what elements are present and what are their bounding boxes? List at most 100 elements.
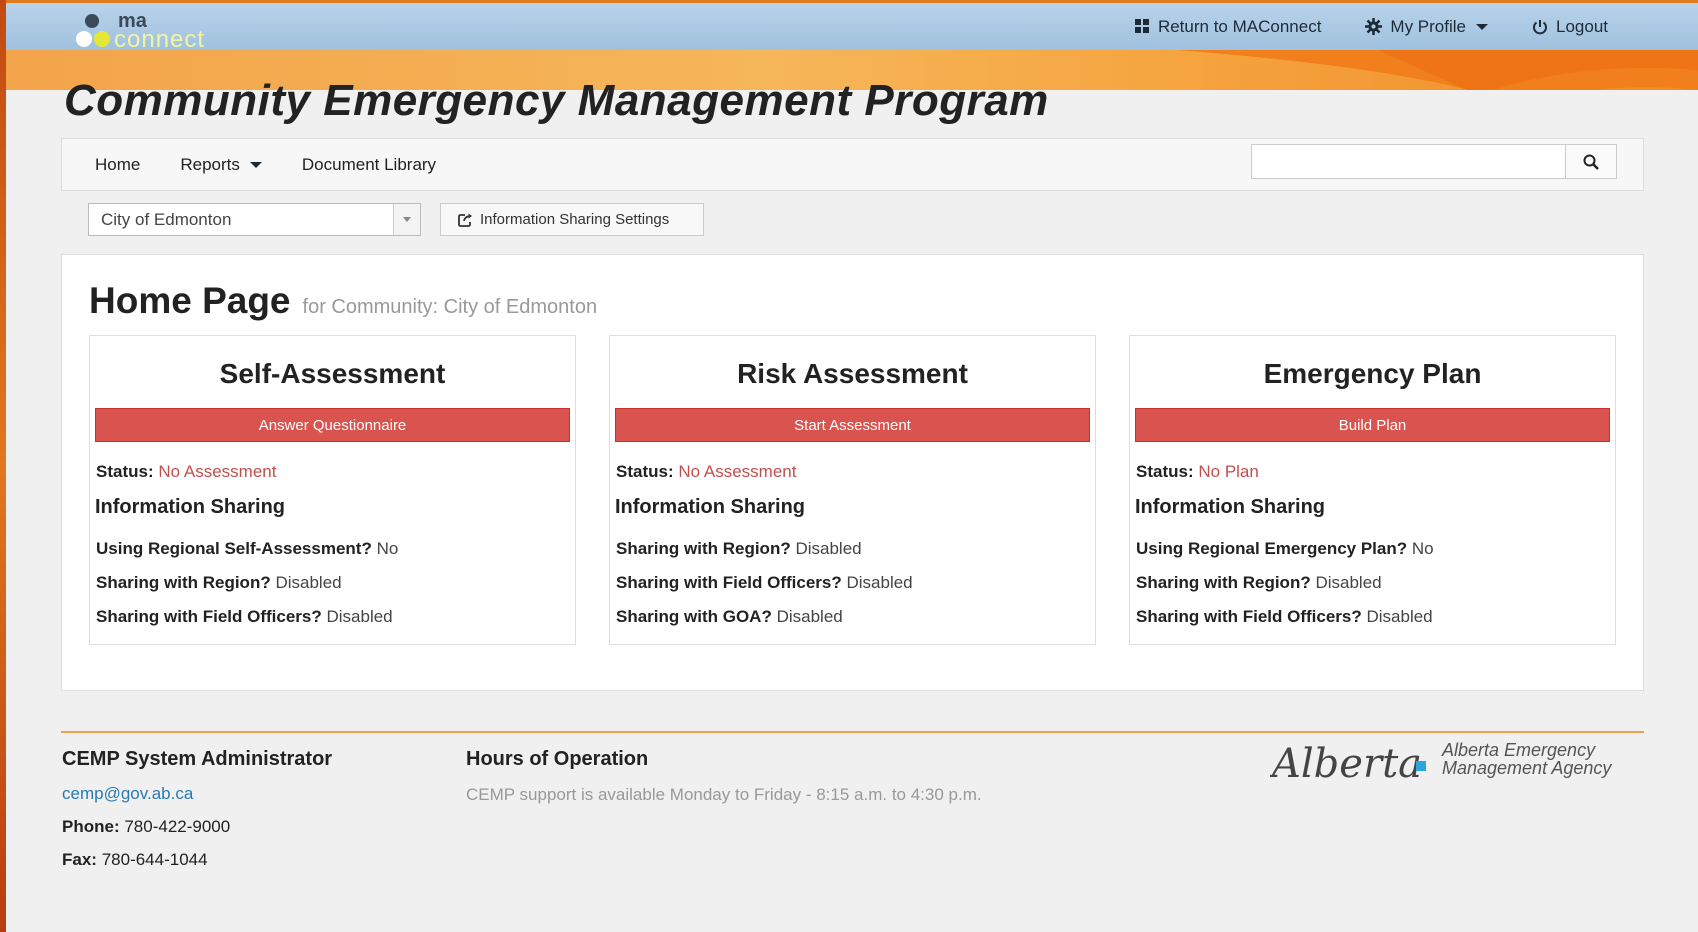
card-status: Status: No Assessment: [96, 462, 276, 482]
status-label: Status:: [96, 462, 154, 481]
row-label: Sharing with Field Officers?: [1136, 607, 1362, 626]
search-button[interactable]: [1565, 144, 1617, 179]
nav-home[interactable]: Home: [95, 155, 140, 175]
fax-value: 780-644-1044: [101, 850, 208, 869]
page-heading: Home Page for Community: City of Edmonto…: [89, 280, 597, 322]
chevron-down-icon: [393, 204, 420, 235]
footer-hours-heading: Hours of Operation: [466, 748, 649, 770]
list-item: Sharing with Region? Disabled: [96, 572, 398, 606]
chevron-down-icon: [249, 161, 262, 168]
list-item: Sharing with GOA? Disabled: [616, 606, 913, 640]
home-panel: Home Page for Community: City of Edmonto…: [61, 254, 1644, 691]
start-assessment-button[interactable]: Start Assessment: [615, 408, 1090, 442]
logo-text-bottom: connect: [114, 26, 205, 49]
alberta-script-text: Alberta: [1270, 741, 1422, 785]
row-value: No: [376, 539, 399, 558]
nav-document-library[interactable]: Document Library: [302, 155, 436, 175]
footer-hours: Hours of Operation CEMP support is avail…: [466, 748, 982, 805]
row-label: Sharing with Region?: [96, 573, 271, 592]
footer-hours-text: CEMP support is available Monday to Frid…: [466, 785, 982, 804]
self-assessment-card: Self-Assessment Answer Questionnaire Sta…: [89, 335, 576, 645]
list-item: Sharing with Region? Disabled: [616, 538, 913, 572]
search-icon: [1583, 154, 1599, 170]
status-value: No Assessment: [678, 462, 797, 481]
build-plan-button[interactable]: Build Plan: [1135, 408, 1610, 442]
list-item: Using Regional Self-Assessment? No: [96, 538, 398, 572]
return-to-maconnect-label: Return to MAConnect: [1157, 16, 1322, 36]
nav-reports-dropdown[interactable]: Reports: [180, 155, 262, 175]
footer-email-line: cemp@gov.ab.ca: [62, 784, 332, 804]
logo-dot-dark: [85, 14, 99, 28]
page-title: Home Page: [89, 280, 291, 321]
row-label: Sharing with Field Officers?: [616, 573, 842, 592]
row-label: Sharing with Region?: [616, 539, 791, 558]
admin-email-link[interactable]: cemp@gov.ab.ca: [62, 784, 193, 803]
logout-label: Logout: [1556, 16, 1608, 36]
gear-icon: [1365, 18, 1383, 35]
answer-questionnaire-button[interactable]: Answer Questionnaire: [95, 408, 570, 442]
row-value: No: [1411, 539, 1434, 558]
row-label: Sharing with Field Officers?: [96, 607, 322, 626]
alberta-logo-square: [1416, 761, 1426, 771]
list-item: Sharing with Field Officers? Disabled: [96, 606, 398, 640]
banner-swoosh: [1178, 50, 1698, 90]
list-item: Sharing with Field Officers? Disabled: [1136, 606, 1434, 640]
maconnect-logo[interactable]: ma connect: [66, 9, 276, 49]
top-nav: Return to MAConnect My Profile Logout: [1134, 3, 1608, 50]
agency-line-2: Management Agency: [1442, 758, 1612, 778]
information-sharing-settings-label: Information Sharing Settings: [480, 211, 670, 228]
list-item: Using Regional Emergency Plan? No: [1136, 538, 1434, 572]
nav-home-label: Home: [95, 154, 141, 174]
top-bar: ma connect Return to MAConnect My Profil…: [6, 0, 1698, 50]
status-label: Status:: [616, 462, 674, 481]
emergency-plan-card: Emergency Plan Build Plan Status: No Pla…: [1129, 335, 1616, 645]
my-profile-dropdown[interactable]: My Profile: [1365, 17, 1488, 37]
row-label: Using Regional Emergency Plan?: [1136, 539, 1408, 558]
row-value: Disabled: [776, 607, 843, 626]
risk-assessment-card: Risk Assessment Start Assessment Status:…: [609, 335, 1096, 645]
footer-admin-heading: CEMP System Administrator: [62, 748, 333, 770]
grid-icon: [1134, 19, 1149, 33]
row-label: Sharing with GOA?: [616, 607, 772, 626]
community-select[interactable]: City of Edmonton: [88, 203, 421, 236]
info-sharing-list: Using Regional Emergency Plan? No Sharin…: [1136, 538, 1434, 640]
alberta-emergency-management-agency-logo: Alberta Alberta Emergency Management Age…: [1270, 740, 1612, 785]
footer-admin-contact: CEMP System Administrator cemp@gov.ab.ca…: [62, 748, 332, 870]
search-input[interactable]: [1251, 144, 1566, 179]
app-title: Community Emergency Management Program: [64, 76, 1049, 125]
list-item: Sharing with Region? Disabled: [1136, 572, 1434, 606]
row-label: Using Regional Self-Assessment?: [96, 539, 372, 558]
info-sharing-heading: Information Sharing: [615, 496, 805, 518]
chevron-down-icon: [1476, 23, 1488, 30]
window-frame-left: [0, 0, 6, 932]
row-value: Disabled: [846, 573, 913, 592]
agency-line-1: Alberta Emergency: [1441, 740, 1596, 760]
status-label: Status:: [1136, 462, 1194, 481]
info-sharing-list: Sharing with Region? Disabled Sharing wi…: [616, 538, 913, 640]
footer-fax-line: Fax: 780-644-1044: [62, 850, 332, 870]
power-icon: [1533, 19, 1547, 34]
page-subtitle: for Community: City of Edmonton: [302, 296, 598, 318]
nav-reports-label: Reports: [180, 154, 240, 174]
return-to-maconnect-link[interactable]: Return to MAConnect: [1134, 16, 1322, 37]
logo-dot-yellow: [94, 31, 110, 47]
status-value: No Plan: [1198, 462, 1259, 481]
nav-document-library-label: Document Library: [301, 154, 437, 174]
logout-button[interactable]: Logout: [1532, 17, 1608, 37]
row-value: Disabled: [1315, 573, 1382, 592]
footer-divider: [61, 731, 1644, 733]
card-title: Emergency Plan: [1263, 358, 1482, 389]
community-select-value: City of Edmonton: [101, 209, 232, 229]
share-icon: [458, 213, 472, 227]
main-navbar: Home Reports Document Library: [61, 138, 1644, 191]
card-title: Self-Assessment: [219, 358, 446, 389]
footer-phone-line: Phone: 780-422-9000: [62, 817, 332, 837]
list-item: Sharing with Field Officers? Disabled: [616, 572, 913, 606]
nav-links: Home Reports Document Library: [95, 139, 436, 190]
information-sharing-settings-button[interactable]: Information Sharing Settings: [440, 203, 704, 236]
card-status: Status: No Assessment: [616, 462, 796, 482]
row-value: Disabled: [326, 607, 393, 626]
status-value: No Assessment: [158, 462, 277, 481]
row-value: Disabled: [275, 573, 342, 592]
phone-label: Phone:: [62, 817, 120, 836]
